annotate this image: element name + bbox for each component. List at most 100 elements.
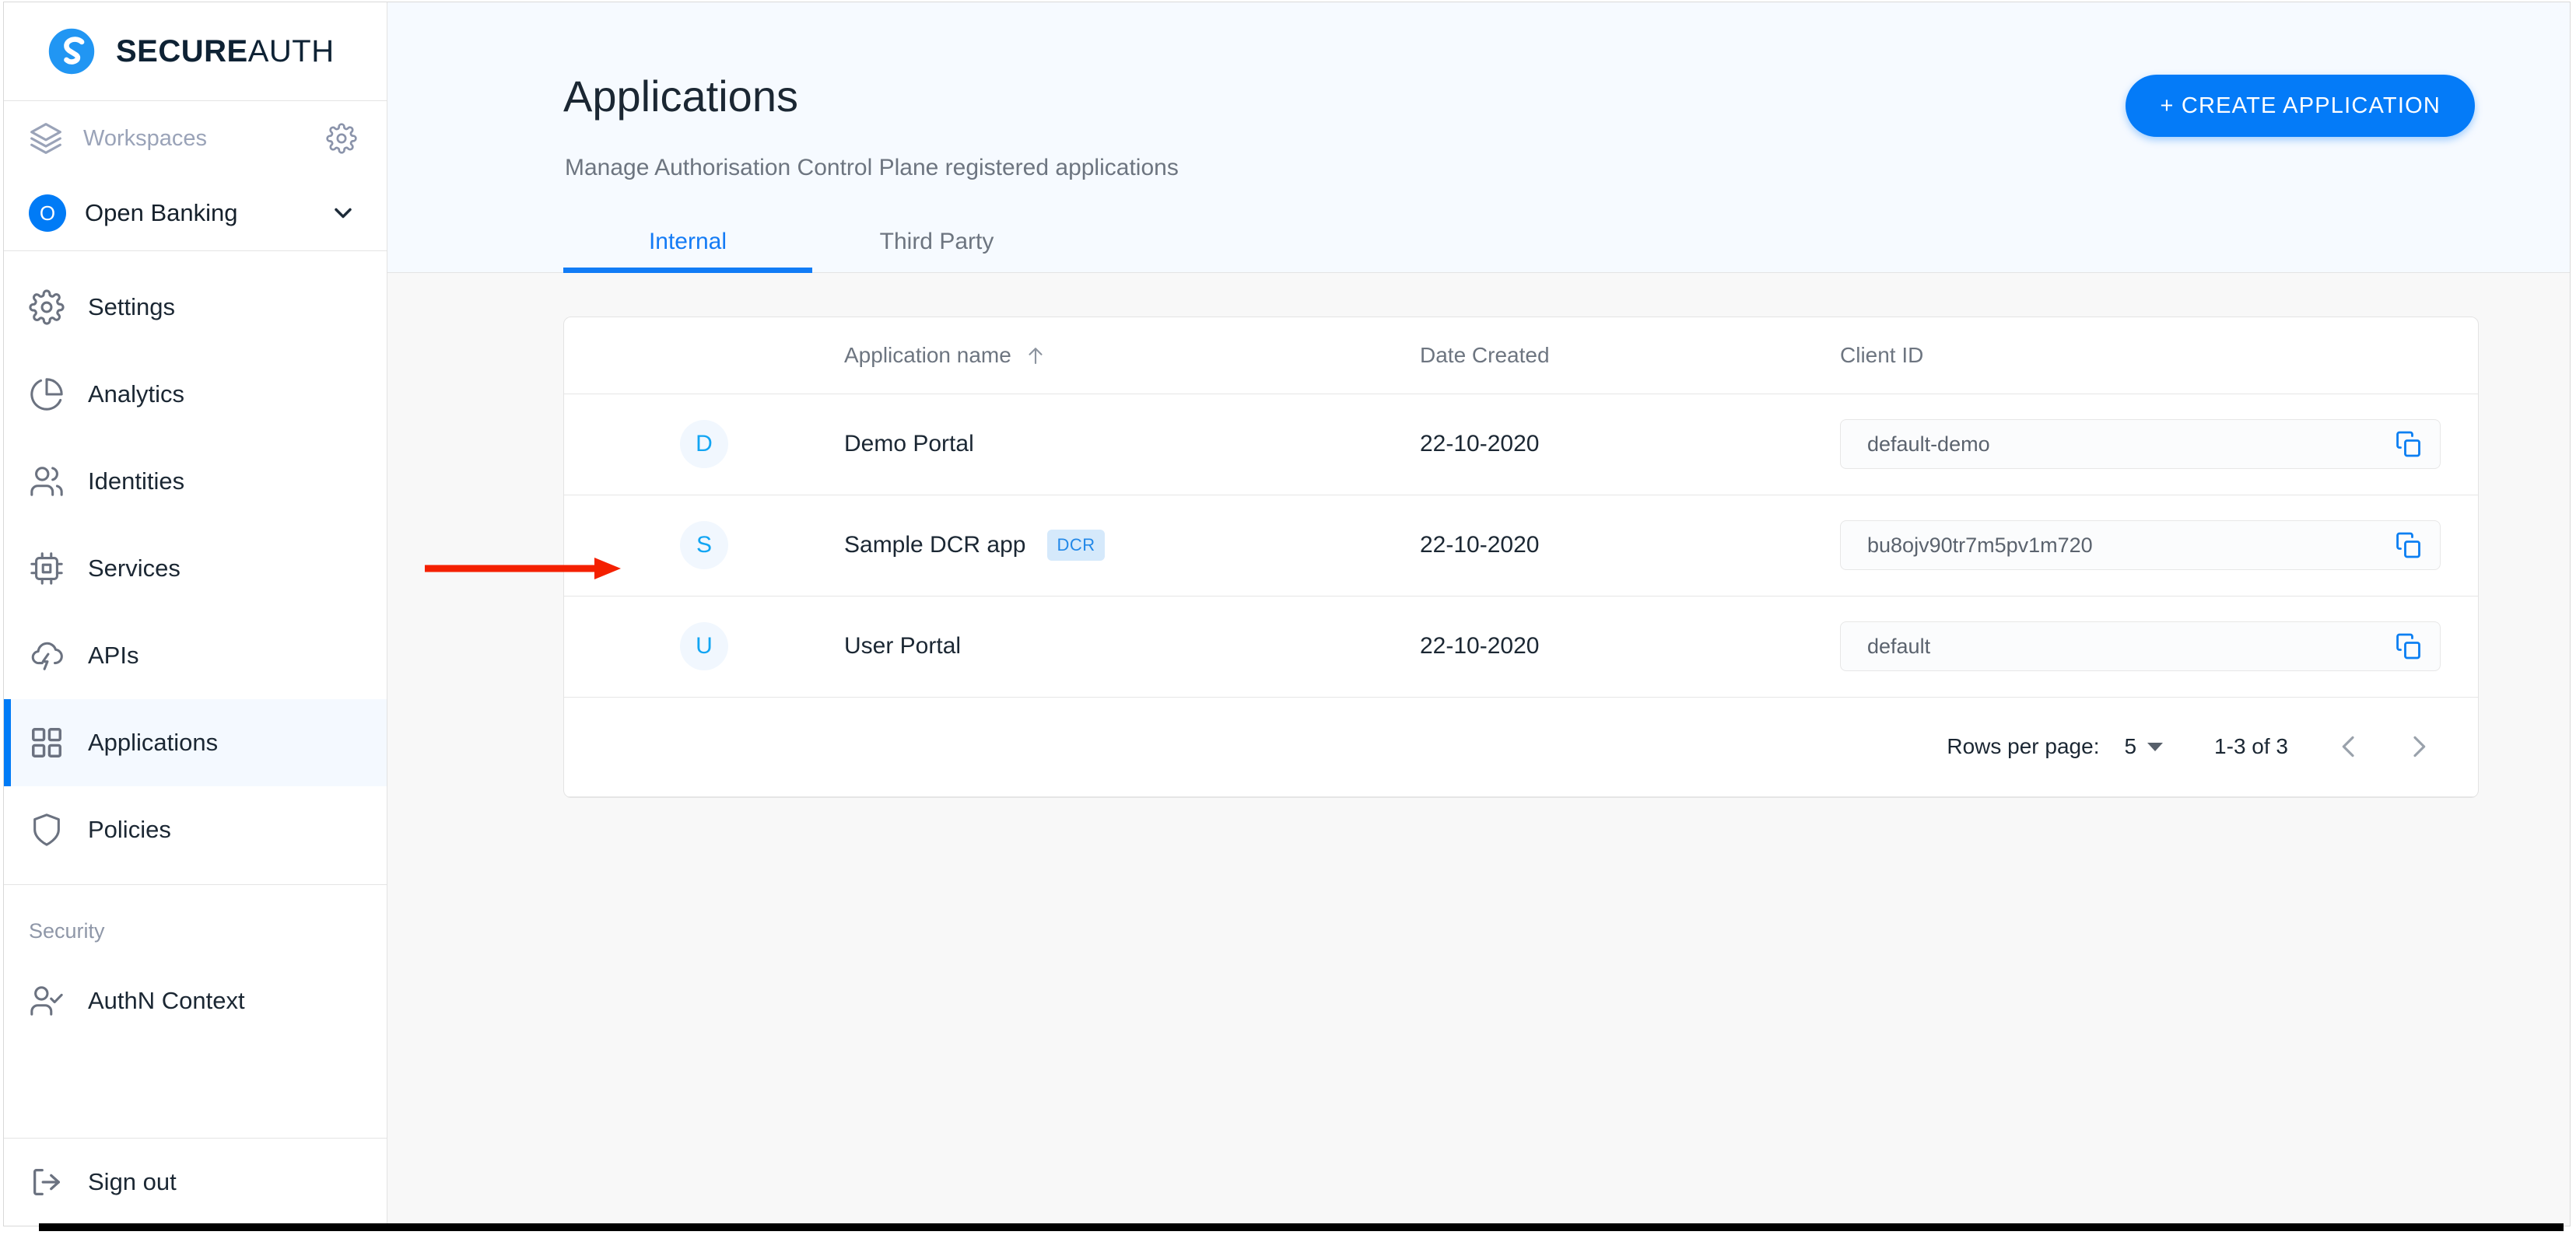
- pagination-cell: Rows per page: 5 1-3 of 3: [564, 697, 2478, 797]
- row-date-cell: 22-10-2020: [1420, 495, 1840, 597]
- sidebar-item-apis[interactable]: APIs: [4, 612, 387, 699]
- signout-section: Sign out: [4, 1138, 387, 1226]
- column-header-client-id[interactable]: Client ID: [1840, 317, 2478, 394]
- application-name: User Portal: [844, 633, 962, 659]
- client-id-value: bu8ojv90tr7m5pv1m720: [1867, 533, 2093, 557]
- row-name-cell: Sample DCR app DCR: [844, 495, 1420, 597]
- client-id-value: default: [1867, 634, 1931, 658]
- row-client-cell: default: [1840, 596, 2478, 698]
- sidebar-item-label: Analytics: [88, 380, 185, 408]
- sidebar-item-applications[interactable]: Applications: [4, 699, 387, 786]
- tab-internal[interactable]: Internal: [563, 229, 812, 273]
- brand-wordmark: SECUREAUTH: [116, 34, 335, 69]
- chevron-down-icon[interactable]: [329, 199, 357, 227]
- tab-third-party[interactable]: Third Party: [812, 229, 1061, 272]
- sidebar-item-settings[interactable]: Settings: [4, 264, 387, 351]
- table-body: D Demo Portal 22-10-2020 default-demo S …: [564, 394, 2478, 797]
- workspaces-row[interactable]: Workspaces: [4, 101, 387, 176]
- brand-name-bold: SECURE: [116, 33, 248, 68]
- status-badge: DCR: [1047, 530, 1105, 561]
- page-title: Applications: [563, 72, 798, 121]
- layers-icon: [29, 121, 63, 156]
- applications-table: Application name Date Created Client ID …: [564, 317, 2478, 797]
- workspace-name: Open Banking: [85, 199, 238, 226]
- column-header-avatar: [564, 317, 844, 394]
- row-avatar-cell: D: [564, 394, 844, 495]
- brand-name-light: AUTH: [247, 33, 335, 68]
- chevron-down-icon: [2147, 742, 2164, 751]
- row-date-cell: 22-10-2020: [1420, 394, 1840, 495]
- sidebar-item-services[interactable]: Services: [4, 525, 387, 612]
- rows-per-page-value: 5: [2124, 734, 2137, 758]
- page-subtitle: Manage Authorisation Control Plane regis…: [565, 155, 1179, 180]
- row-client-cell: bu8ojv90tr7m5pv1m720: [1840, 495, 2478, 597]
- pie-chart-icon: [29, 376, 65, 412]
- shield-icon: [29, 812, 65, 848]
- main-content: Applications Manage Authorisation Contro…: [387, 2, 2570, 1226]
- pagination: Rows per page: 5 1-3 of 3: [564, 731, 2478, 762]
- cloud-bolt-icon: [29, 638, 65, 673]
- table-header: Application name Date Created Client ID: [564, 317, 2478, 394]
- workspaces-label: Workspaces: [83, 125, 208, 151]
- sidebar-item-authn-context[interactable]: AuthN Context: [4, 957, 387, 1044]
- sidebar-item-label: AuthN Context: [88, 987, 245, 1014]
- sidebar-item-sign-out[interactable]: Sign out: [4, 1139, 387, 1226]
- pagination-range: 1-3 of 3: [2214, 734, 2288, 758]
- workspace-selector[interactable]: O Open Banking: [4, 176, 387, 251]
- brand-logo[interactable]: SECUREAUTH: [4, 2, 387, 101]
- logout-icon: [29, 1164, 65, 1200]
- table-header-row: Application name Date Created Client ID: [564, 317, 2478, 394]
- sidebar-item-label: APIs: [88, 642, 139, 669]
- sidebar-item-analytics[interactable]: Analytics: [4, 351, 387, 438]
- table-row[interactable]: D Demo Portal 22-10-2020 default-demo: [564, 394, 2478, 495]
- client-id-field[interactable]: bu8ojv90tr7m5pv1m720: [1840, 520, 2441, 570]
- rows-per-page-select[interactable]: 5: [2124, 734, 2164, 759]
- sidebar-item-label: Services: [88, 555, 180, 582]
- rows-per-page-label: Rows per page:: [1947, 734, 2100, 758]
- chevron-left-icon[interactable]: [2333, 731, 2364, 762]
- row-name-cell: Demo Portal: [844, 394, 1420, 495]
- gear-icon[interactable]: [326, 123, 357, 154]
- workspace-avatar: O: [29, 194, 66, 232]
- page-header: Applications Manage Authorisation Contro…: [387, 2, 2570, 273]
- sidebar-item-label: Settings: [88, 293, 176, 320]
- column-header-date-created[interactable]: Date Created: [1420, 317, 1840, 394]
- client-id-field[interactable]: default-demo: [1840, 419, 2441, 469]
- column-header-label: Application name: [844, 342, 1011, 367]
- primary-nav: Settings Analytics Identities Services A…: [4, 251, 387, 1044]
- applications-table-card: Application name Date Created Client ID …: [563, 317, 2479, 798]
- row-avatar-cell: S: [564, 495, 844, 597]
- copy-icon[interactable]: [2395, 531, 2423, 559]
- security-section-label: Security: [29, 919, 105, 943]
- sidebar-item-label: Policies: [88, 816, 171, 843]
- arrow-up-icon: [1024, 344, 1047, 367]
- row-name-cell: User Portal: [844, 596, 1420, 698]
- avatar: D: [680, 420, 728, 468]
- copy-icon[interactable]: [2395, 632, 2423, 660]
- gear-icon: [29, 289, 65, 325]
- tabs: Internal Third Party: [563, 229, 1061, 273]
- column-header-application-name[interactable]: Application name: [844, 317, 1420, 394]
- create-application-button[interactable]: + CREATE APPLICATION: [2126, 75, 2475, 137]
- chevron-right-icon[interactable]: [2403, 731, 2434, 762]
- page-body: Application name Date Created Client ID …: [387, 273, 2570, 1226]
- sidebar: SECUREAUTH Workspaces O Open Banking Set…: [4, 2, 387, 1226]
- chip-icon: [29, 551, 65, 586]
- screenshot-root: SECUREAUTH Workspaces O Open Banking Set…: [0, 0, 2576, 1235]
- sidebar-item-policies[interactable]: Policies: [4, 786, 387, 873]
- table-row[interactable]: U User Portal 22-10-2020 default: [564, 596, 2478, 698]
- application-name: Demo Portal: [844, 431, 974, 457]
- copy-icon[interactable]: [2395, 430, 2423, 458]
- window-shadow: [39, 1223, 2564, 1231]
- grid-icon: [29, 725, 65, 761]
- client-id-field[interactable]: default: [1840, 621, 2441, 671]
- avatar: S: [680, 521, 728, 569]
- user-check-icon: [29, 983, 65, 1019]
- secureauth-logo-icon: [44, 24, 99, 79]
- users-icon: [29, 464, 65, 499]
- application-name: Sample DCR app: [844, 532, 1026, 558]
- sidebar-item-identities[interactable]: Identities: [4, 438, 387, 525]
- table-row[interactable]: S Sample DCR app DCR 22-10-2020 bu8ojv90…: [564, 495, 2478, 597]
- table-pagination-row: Rows per page: 5 1-3 of 3: [564, 697, 2478, 797]
